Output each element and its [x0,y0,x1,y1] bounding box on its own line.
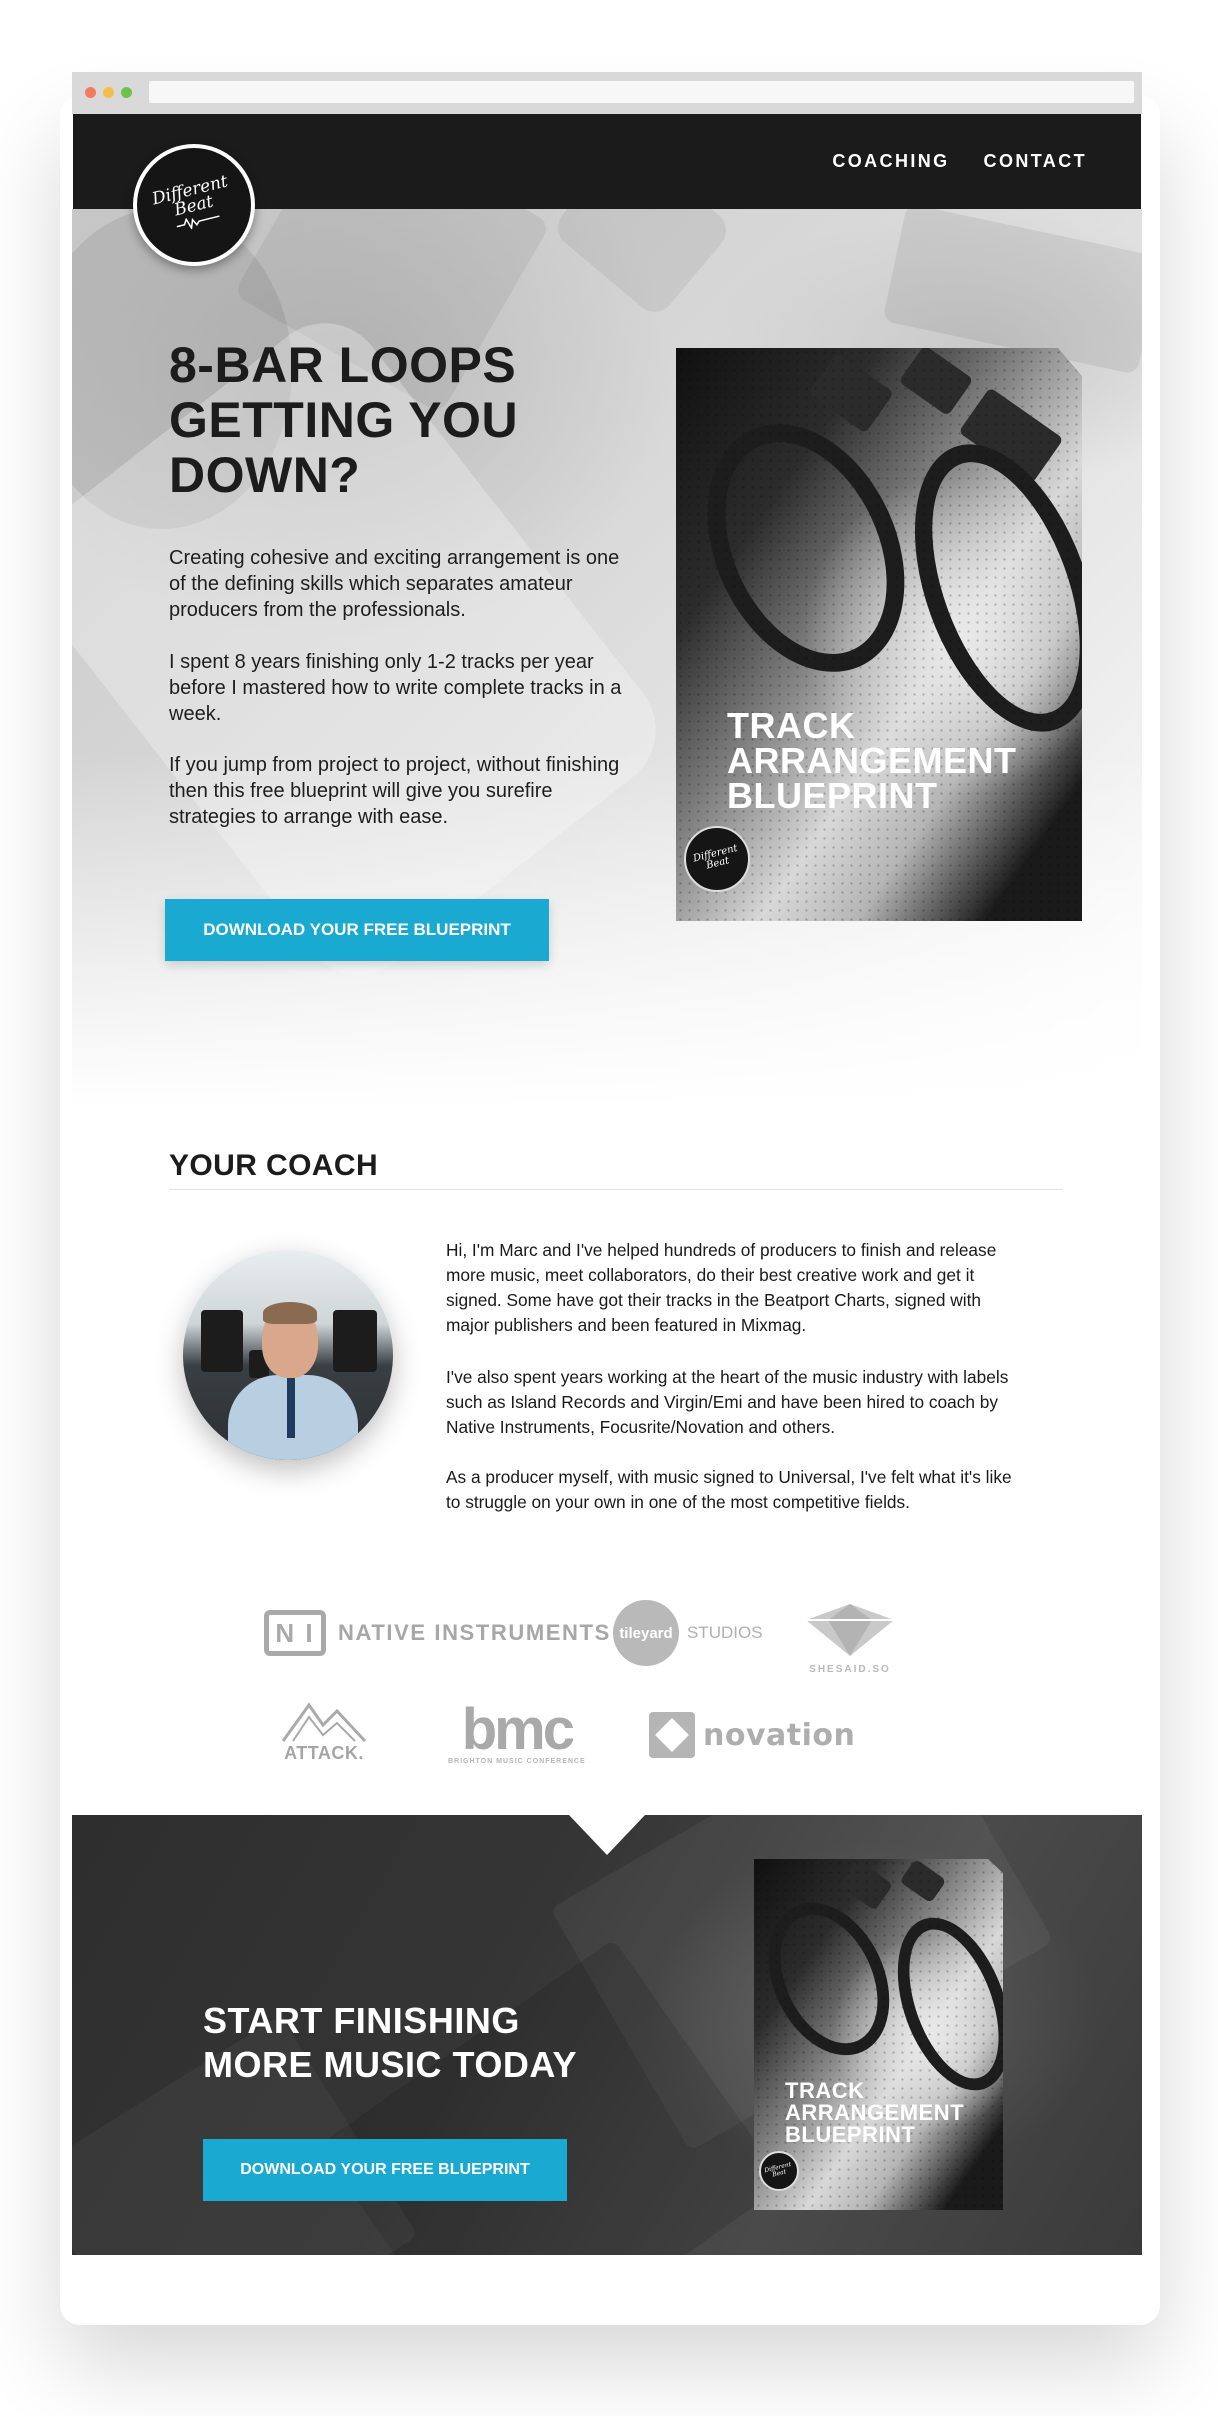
native-instruments-name: NATIVE INSTRUMENTS [338,1620,611,1645]
address-bar[interactable] [149,81,1134,103]
book-title: TRACK ARRANGEMENT BLUEPRINT [727,705,1017,816]
book-title-line: ARRANGEMENT [785,2100,965,2125]
native-instruments-mark: N I [264,1610,326,1656]
download-blueprint-button[interactable]: DOWNLOAD YOUR FREE BLUEPRINT [165,899,549,961]
bmc-subtitle: BRIGHTON MUSIC CONFERENCE [448,1758,586,1765]
section-notch [569,1815,645,1855]
minimize-window-dot[interactable] [103,87,114,98]
partner-logo-native-instruments: N I NATIVE INSTRUMENTS [264,1608,611,1658]
cta-title-line: START FINISHING [203,2000,520,2041]
blueprint-book-cover-small: TRACK ARRANGEMENT BLUEPRINT Different Be… [754,1859,1003,2210]
attack-mountain-icon [281,1702,367,1743]
tileyard-name: STUDIOS [687,1623,763,1642]
coach-lanyard-shape [287,1378,295,1438]
coach-hair-shape [263,1302,317,1324]
logo-wordmark: Different Beat [151,171,237,236]
maximize-window-dot[interactable] [121,87,132,98]
blueprint-book-cover: TRACK ARRANGEMENT BLUEPRINT Different Be… [676,348,1082,921]
coach-heading: YOUR COACH [169,1149,379,1182]
studio-speaker-shape [201,1310,243,1372]
attack-name: ATTACK. [284,1743,364,1763]
shesaid-diamond-icon [806,1604,894,1656]
novation-name: novation [703,1717,856,1753]
book-logo-text: Different Beat [764,2161,793,2180]
novation-mark-icon [649,1712,695,1758]
partner-logo-novation: novation [649,1710,855,1760]
nav-links: COACHING CONTACT [832,114,1087,209]
cta-title: START FINISHING MORE MUSIC TODAY [203,1999,577,2087]
hero-paragraph: I spent 8 years finishing only 1-2 track… [169,651,622,725]
hero-title: 8-BAR LOOPS GETTING YOU DOWN? [169,337,519,503]
book-title-line: TRACK [785,2078,865,2103]
coach-paragraph: I've also spent years working at the hea… [446,1367,1009,1437]
book-title: TRACK ARRANGEMENT BLUEPRINT [785,2080,964,2146]
book-title-line: BLUEPRINT [785,2122,916,2147]
hero-paragraph: Creating cohesive and exciting arrangeme… [169,547,620,621]
partner-logo-attack: ATTACK. [274,1694,374,1764]
book-title-line: BLUEPRINT [727,775,938,816]
book-logo: Different Beat [759,2151,799,2191]
studio-speaker-shape [333,1310,377,1372]
download-blueprint-button-bottom[interactable]: DOWNLOAD YOUR FREE BLUEPRINT [203,2139,567,2201]
partner-logo-shesaid: SHESAID.SO [800,1602,900,1682]
partner-logo-tileyard: tileyard STUDIOS [613,1600,763,1666]
nav-link-coaching[interactable]: COACHING [832,151,949,172]
coach-avatar [183,1250,393,1460]
site-logo[interactable]: Different Beat [133,144,255,266]
cta-title-line: MORE MUSIC TODAY [203,2044,578,2085]
hero-paragraph: If you jump from project to project, wit… [169,754,620,828]
bmc-name: bmc [461,1697,575,1762]
tileyard-mark: tileyard [613,1600,679,1666]
close-window-dot[interactable] [85,87,96,98]
book-title-line: TRACK [727,705,856,746]
hero-bg-key-shape [549,209,735,320]
book-title-line: ARRANGEMENT [727,740,1017,781]
coach-paragraph: Hi, I'm Marc and I've helped hundreds of… [446,1240,997,1335]
coach-paragraph: As a producer myself, with music signed … [446,1467,1012,1512]
partner-logo-bmc: bmc BRIGHTON MUSIC CONFERENCE [448,1697,586,1766]
browser-window: COACHING CONTACT Different Beat 8-BAR LO… [72,72,1142,2255]
book-logo: Different Beat [684,826,750,892]
nav-link-contact[interactable]: CONTACT [984,151,1087,172]
shesaid-name: SHESAID.SO [809,1664,891,1675]
coach-divider [169,1189,1063,1190]
browser-chrome [72,72,1142,114]
book-logo-text: Different Beat [692,843,742,874]
